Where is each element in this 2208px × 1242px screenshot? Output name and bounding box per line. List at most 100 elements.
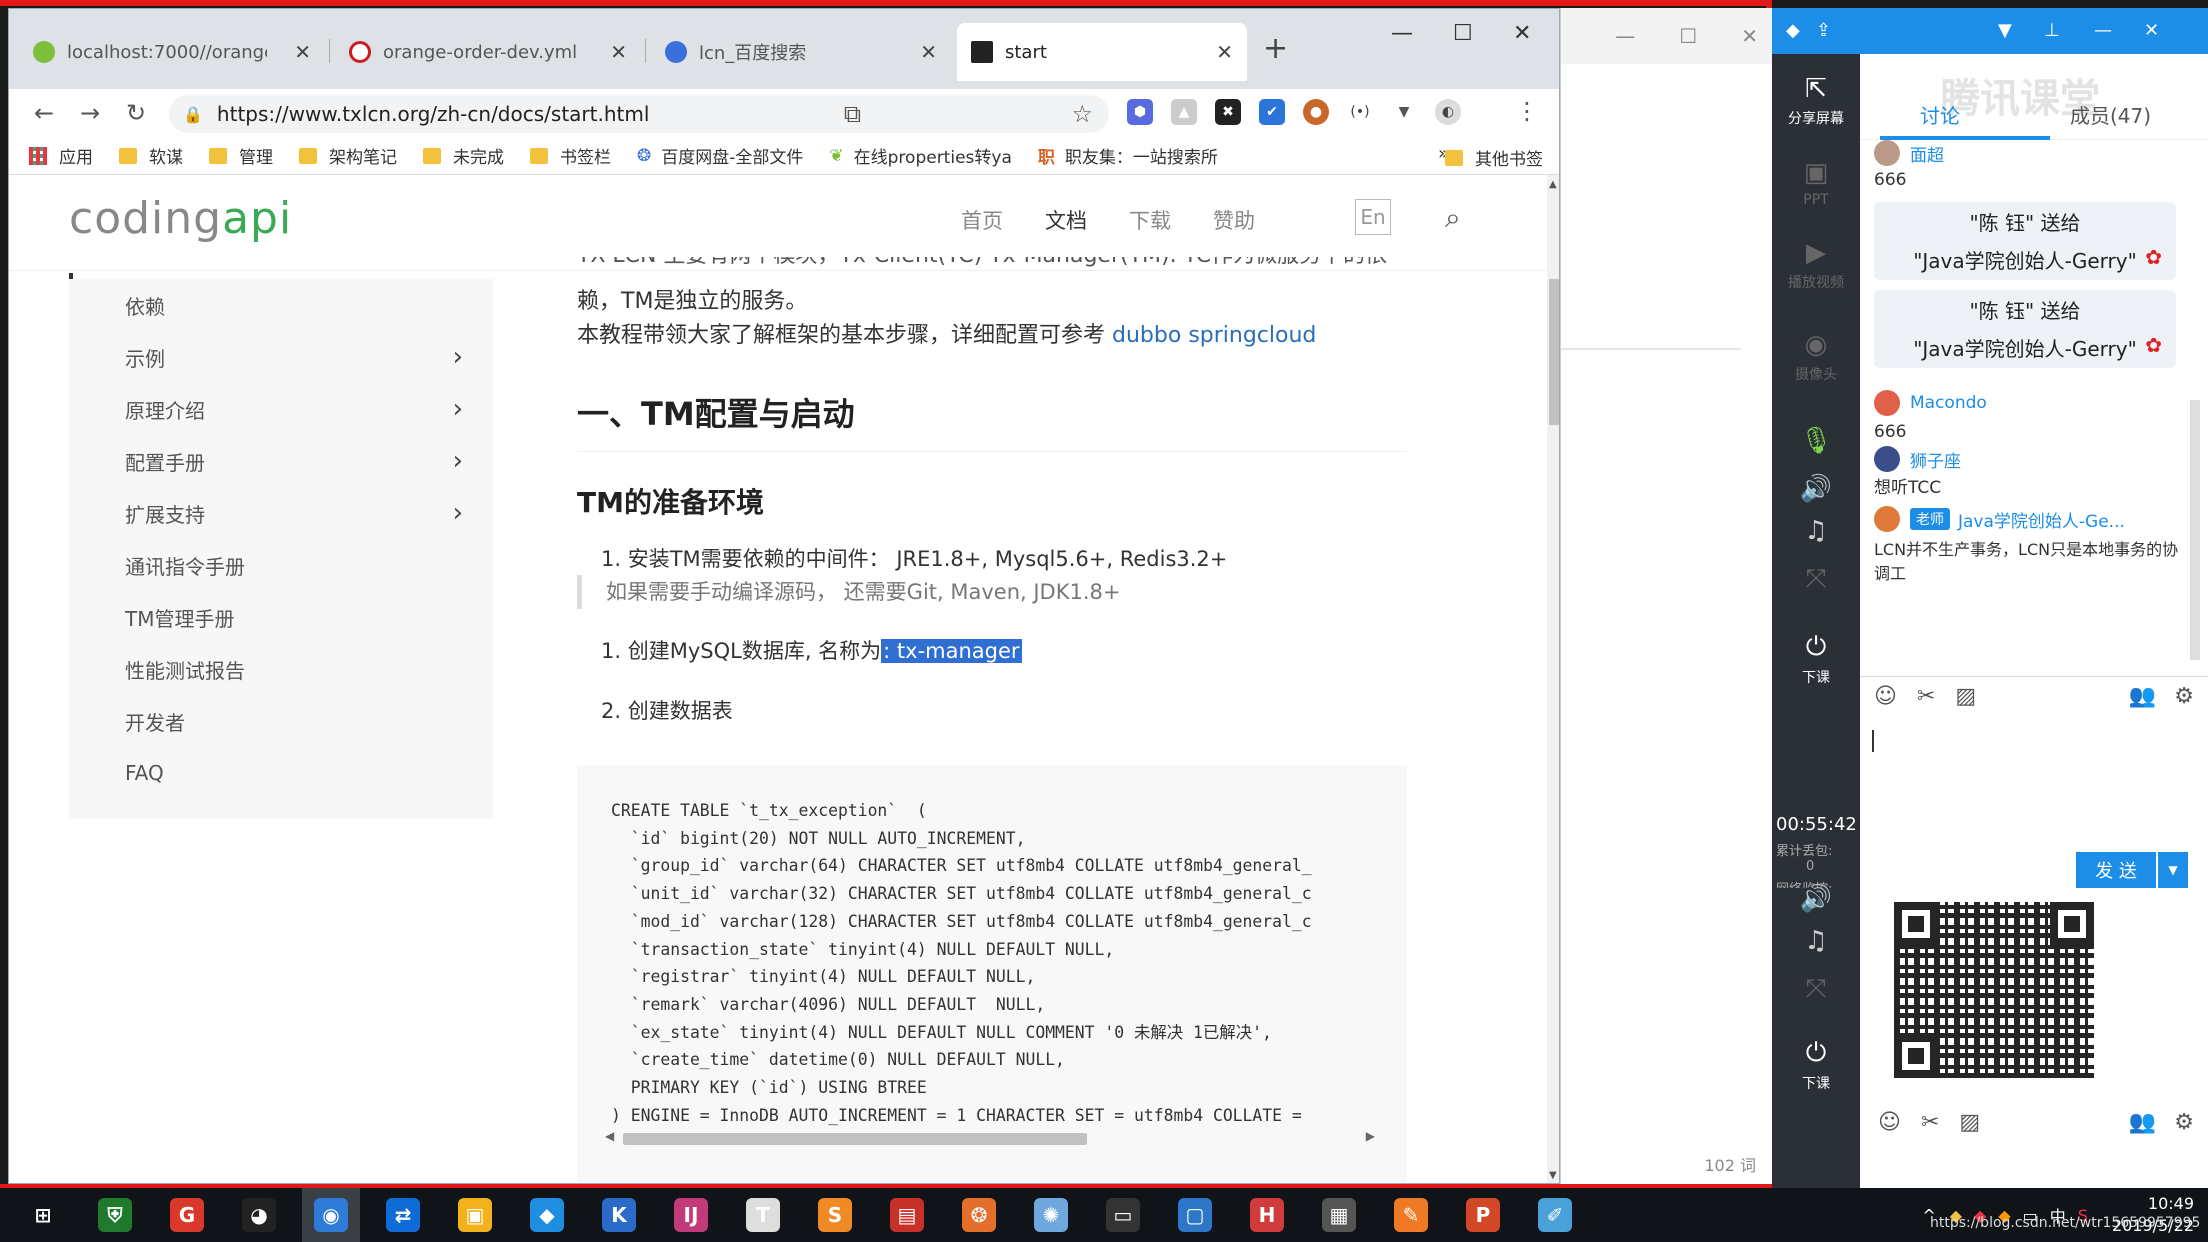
- maximize-icon[interactable]: ☐: [1679, 24, 1697, 48]
- powerpoint-icon[interactable]: P: [1454, 1188, 1512, 1242]
- scrollbar-thumb[interactable]: [1549, 279, 1559, 425]
- extension-hex-icon[interactable]: ⬢: [1127, 99, 1153, 125]
- redis-icon[interactable]: ▤: [878, 1188, 936, 1242]
- sidebar-item-tm-manual[interactable]: TM管理手册: [69, 591, 493, 643]
- diamond-icon[interactable]: ◆: [1786, 20, 1800, 41]
- scissors-icon[interactable]: ✂: [1917, 684, 1935, 709]
- minimize-icon[interactable]: —: [1615, 24, 1635, 48]
- tab-close-icon[interactable]: ✕: [294, 40, 311, 64]
- end-class-button[interactable]: ⏻ 下课: [1772, 1038, 1860, 1093]
- extension-radio-icon[interactable]: (•): [1347, 99, 1373, 125]
- sidebar-item-config-manual[interactable]: 配置手册 ›: [69, 435, 493, 487]
- tab-close-icon[interactable]: ✕: [920, 40, 937, 64]
- users-icon[interactable]: 👥: [2129, 1110, 2156, 1135]
- selected-text[interactable]: : tx-manager: [881, 639, 1022, 663]
- other-bookmarks[interactable]: 其他书签: [1445, 145, 1543, 170]
- scroll-down-icon[interactable]: ▼: [1549, 1170, 1557, 1181]
- extension-check-icon[interactable]: ✔: [1259, 99, 1285, 125]
- image-icon[interactable]: ▨: [1959, 1110, 1980, 1135]
- terminal-icon[interactable]: ▭: [1094, 1188, 1152, 1242]
- app-blue-icon[interactable]: ◆: [518, 1188, 576, 1242]
- tab-close-icon[interactable]: ✕: [610, 40, 627, 64]
- extension-fox-icon[interactable]: ●: [1303, 99, 1329, 125]
- speaker-icon[interactable]: 🔊: [1772, 474, 1860, 508]
- scroll-up-icon[interactable]: ▲: [1549, 179, 1557, 190]
- code-block[interactable]: CREATE TABLE `t_tx_exception` ( `id` big…: [577, 765, 1407, 1183]
- windows-start-icon[interactable]: ⊞: [14, 1188, 72, 1242]
- back-arrow-icon[interactable]: ←: [21, 99, 67, 127]
- address-bar[interactable]: 🔒 https://www.txlcn.org/zh-cn/docs/start…: [169, 95, 1109, 133]
- bookmark-folder[interactable]: 软谋: [119, 143, 183, 168]
- profile-avatar-icon[interactable]: ◐: [1435, 99, 1461, 125]
- camera-button[interactable]: ◉ 摄像头: [1772, 330, 1860, 384]
- browser-tab[interactable]: localhost:7000//orange-o ✕: [19, 23, 325, 81]
- bookmark-folder[interactable]: 未完成: [423, 143, 504, 168]
- browser-menu-icon[interactable]: ⋮: [1515, 97, 1539, 125]
- author-name[interactable]: 狮子座: [1910, 447, 1961, 472]
- bookmark-link[interactable]: ❂ 百度网盘-全部文件: [637, 143, 803, 169]
- sidebar-item-faq[interactable]: FAQ: [69, 747, 493, 799]
- extension-bucket-icon[interactable]: ▲: [1171, 99, 1197, 125]
- bookmark-folder[interactable]: 架构笔记: [299, 143, 397, 168]
- speaker-icon[interactable]: 🔊: [1772, 884, 1860, 918]
- music-icon[interactable]: ♫: [1772, 926, 1860, 960]
- forward-arrow-icon[interactable]: →: [67, 99, 113, 127]
- author-name[interactable]: 面超: [1910, 141, 1944, 166]
- sidebar-item-developers[interactable]: 开发者: [69, 695, 493, 747]
- security-shield-icon[interactable]: ⛨: [86, 1188, 144, 1242]
- new-tab-icon[interactable]: +: [1263, 31, 1288, 66]
- scroll-right-icon[interactable]: ▶: [1366, 1129, 1375, 1143]
- emoji-icon[interactable]: ☺: [1878, 1110, 1901, 1135]
- gear-icon[interactable]: ⚙: [2174, 1110, 2194, 1135]
- tab-discuss[interactable]: 讨论: [1920, 100, 1960, 129]
- browser-tab[interactable]: lcn_百度搜索 ✕: [651, 23, 951, 81]
- app-window-icon[interactable]: ▢: [1166, 1188, 1224, 1242]
- author-name[interactable]: Macondo: [1910, 393, 1987, 413]
- chat-input[interactable]: [1860, 716, 2208, 856]
- reload-icon[interactable]: ↻: [113, 99, 159, 127]
- author-name[interactable]: Java学院创始人-Ge...: [1958, 507, 2125, 532]
- scroll-left-icon[interactable]: ◀: [605, 1129, 614, 1143]
- site-logo[interactable]: codingapi: [69, 193, 292, 244]
- typora-icon[interactable]: T: [734, 1188, 792, 1242]
- share-screen-button[interactable]: ⇱ 分享屏幕: [1772, 74, 1860, 128]
- teamviewer-icon[interactable]: ⇄: [374, 1188, 432, 1242]
- browser-tab[interactable]: orange-order-dev.yml · g ✕: [335, 23, 641, 81]
- bookmark-apps[interactable]: 应用: [29, 143, 93, 168]
- sidebar-item-principles[interactable]: 原理介绍 ›: [69, 383, 493, 435]
- emoji-icon[interactable]: ☺: [1874, 684, 1897, 709]
- dropdown-icon[interactable]: ▼: [1998, 20, 2012, 41]
- link-dubbo[interactable]: dubbo: [1112, 323, 1181, 348]
- code-horizontal-scrollbar[interactable]: ◀ ▶: [605, 1129, 1375, 1145]
- bookmark-link[interactable]: ❦ 在线properties转ya: [829, 143, 1011, 169]
- bookmark-star-icon[interactable]: ☆: [1071, 100, 1093, 128]
- ppt-button[interactable]: ▣ PPT: [1772, 158, 1860, 208]
- bookmark-folder[interactable]: 书签栏: [530, 143, 611, 168]
- browser-tab-active[interactable]: start ✕: [957, 23, 1247, 81]
- extension-x-icon[interactable]: ✖: [1215, 99, 1241, 125]
- sidebar-item-extensions[interactable]: 扩展支持 ›: [69, 487, 493, 539]
- qq-penguin-icon[interactable]: ◕: [230, 1188, 288, 1242]
- bookmark-folder[interactable]: 管理: [209, 143, 273, 168]
- maximize-icon[interactable]: ☐: [1453, 21, 1473, 46]
- screenshot-icon[interactable]: ▦: [1310, 1188, 1368, 1242]
- app-h-icon[interactable]: H: [1238, 1188, 1296, 1242]
- chrome-icon[interactable]: ◉: [302, 1188, 360, 1242]
- nav-download[interactable]: 下载: [1129, 205, 1171, 235]
- scrollbar-thumb[interactable]: [623, 1133, 1087, 1145]
- sidebar-item-examples[interactable]: 示例 ›: [69, 331, 493, 383]
- sublime-icon[interactable]: S: [806, 1188, 864, 1242]
- music-icon[interactable]: ♫: [1772, 516, 1860, 550]
- language-switch-button[interactable]: En: [1355, 199, 1391, 235]
- end-class-button[interactable]: ⏻ 下课: [1772, 632, 1860, 687]
- search-icon[interactable]: ⌕: [1445, 201, 1461, 235]
- pin-icon[interactable]: ⊥: [2044, 20, 2060, 41]
- translate-icon[interactable]: ⧉: [844, 100, 861, 128]
- close-icon[interactable]: ✕: [2144, 20, 2159, 41]
- minimize-icon[interactable]: —: [2094, 20, 2112, 41]
- app-circles-icon[interactable]: ❂: [950, 1188, 1008, 1242]
- bookmark-link[interactable]: 职职友集：一站搜索所: [1038, 143, 1218, 168]
- nav-sponsor[interactable]: 赞助: [1213, 205, 1255, 235]
- scissors-icon[interactable]: ✂: [1921, 1110, 1939, 1135]
- users-icon[interactable]: 👥: [2129, 684, 2156, 709]
